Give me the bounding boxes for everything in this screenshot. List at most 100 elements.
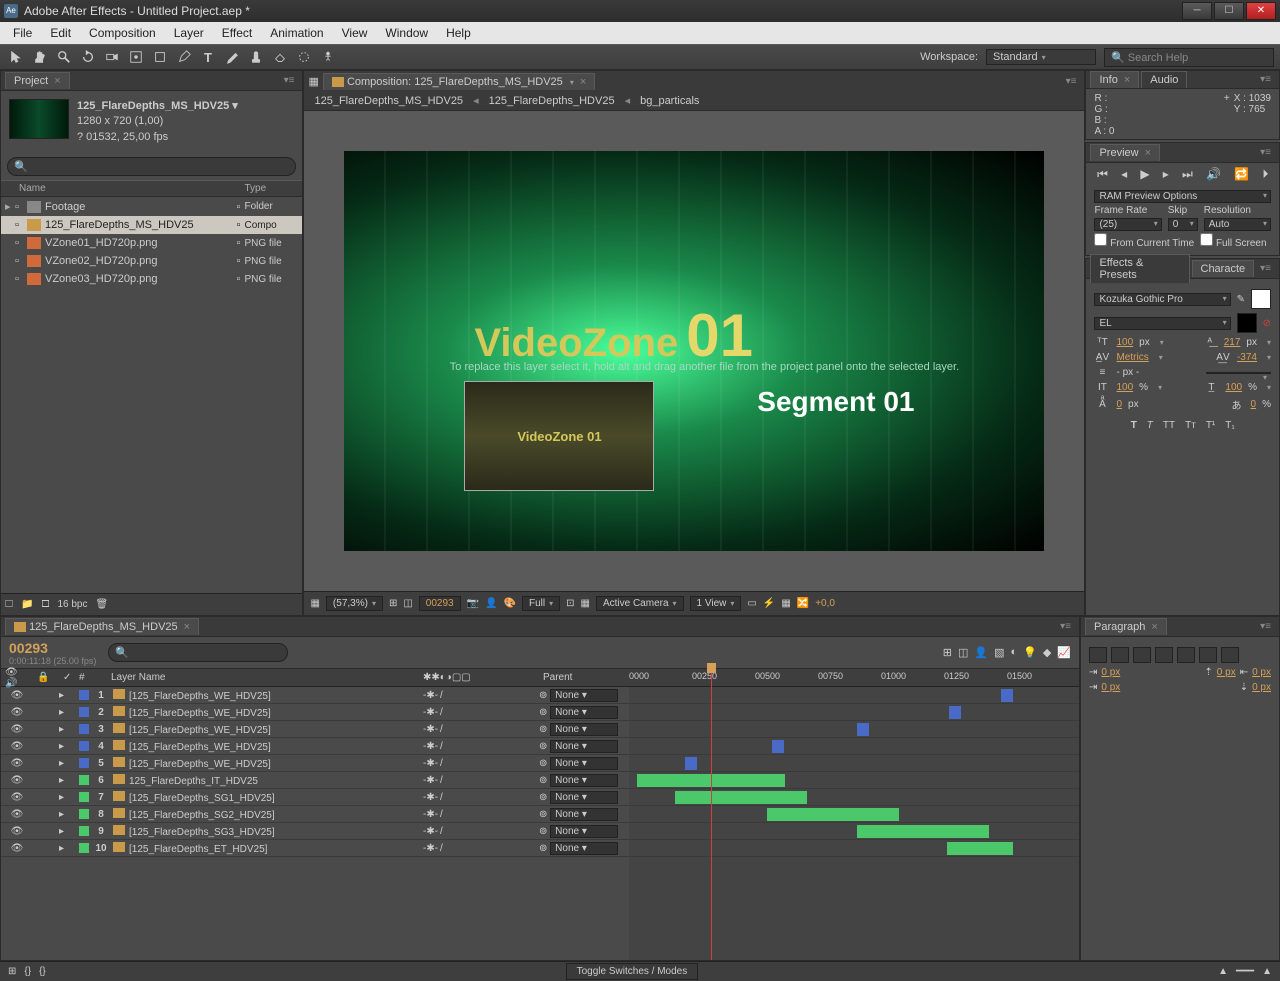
first-frame-icon[interactable]: ⏮ [1097, 167, 1108, 182]
layer-bar[interactable] [685, 757, 697, 770]
breadcrumb-item[interactable]: 125_FlareDepths_MS_HDV25 [314, 95, 463, 107]
exposure-value[interactable]: +0,0 [815, 598, 835, 609]
tracking-input[interactable]: -374 [1237, 352, 1257, 363]
layer-bar[interactable] [857, 723, 869, 736]
zoom-out-icon[interactable]: ▲ [1262, 966, 1272, 977]
layer-bar[interactable] [675, 791, 807, 804]
align-left-button[interactable] [1089, 647, 1107, 663]
playhead[interactable] [711, 669, 712, 960]
layer-row[interactable]: 👁▸8[125_FlareDepths_SG2_HDV25]-✱-/⊚ None… [1, 806, 629, 823]
menu-view[interactable]: View [333, 26, 377, 40]
indent-right-input[interactable]: 0 px [1252, 667, 1271, 678]
layer-bar[interactable] [949, 706, 961, 719]
play-icon[interactable]: ▶ [1140, 167, 1149, 182]
eyedropper-icon[interactable]: ✎ [1237, 294, 1245, 305]
motion-blur-icon[interactable]: ◐ [1010, 646, 1017, 659]
comp-flowchart-icon[interactable]: 🔀 [797, 598, 809, 609]
layer-row[interactable]: 👁▸1[125_FlareDepths_WE_HDV25]-✱-/⊚ None … [1, 687, 629, 704]
justify-all-button[interactable] [1221, 647, 1239, 663]
panel-menu-icon[interactable]: ▾≡ [1256, 147, 1275, 158]
show-channel-icon[interactable]: 👤 [485, 598, 497, 609]
last-frame-icon[interactable]: ⏭ [1182, 167, 1193, 182]
layer-view-icon[interactable]: ▦ [308, 75, 318, 88]
pixel-aspect-icon[interactable]: ▭ [747, 598, 756, 609]
bpc-toggle[interactable]: 16 bpc [57, 599, 87, 610]
panel-menu-icon[interactable]: ▾≡ [1256, 263, 1275, 274]
menu-help[interactable]: Help [437, 26, 480, 40]
timeline-tab[interactable]: 125_FlareDepths_MS_HDV25× [5, 618, 199, 635]
breadcrumb-item[interactable]: 125_FlareDepths_HDV25 [489, 95, 615, 107]
layer-row[interactable]: 👁▸9[125_FlareDepths_SG3_HDV25]-✱-/⊚ None… [1, 823, 629, 840]
brush-tool-icon[interactable] [222, 47, 242, 67]
project-item[interactable]: ▫VZone01_HD720p.png▫PNG file [1, 234, 302, 252]
menu-animation[interactable]: Animation [261, 26, 332, 40]
project-item[interactable]: ▸▫Footage▫Folder [1, 197, 302, 216]
toggle-switches-button[interactable]: Toggle Switches / Modes [566, 963, 699, 980]
transparency-icon[interactable]: ▦ [581, 598, 590, 609]
view-select[interactable]: 1 View [690, 596, 742, 611]
panel-menu-icon[interactable]: ▾≡ [1256, 621, 1275, 632]
new-folder-icon[interactable]: 📁 [21, 599, 33, 610]
grid-icon[interactable]: ⊞ [389, 598, 397, 609]
menu-window[interactable]: Window [376, 26, 437, 40]
zoom-slider[interactable]: ━━━ [1236, 966, 1254, 977]
layer-track[interactable] [629, 755, 1079, 772]
color-mgmt-icon[interactable]: 🎨 [504, 598, 516, 609]
pen-tool-icon[interactable] [174, 47, 194, 67]
comp-mini-flowchart-icon[interactable]: ⊞ [943, 646, 952, 659]
close-button[interactable]: ✕ [1246, 2, 1276, 20]
layer-row[interactable]: 👁▸6125_FlareDepths_IT_HDV25-✱-/⊚ None ▾ [1, 772, 629, 789]
zoom-tool-icon[interactable] [54, 47, 74, 67]
shape-tool-icon[interactable] [150, 47, 170, 67]
timeline-search-input[interactable]: 🔍 [108, 643, 288, 662]
hide-shy-icon[interactable]: 👤 [974, 646, 988, 659]
layer-row[interactable]: 👁▸4[125_FlareDepths_WE_HDV25]-✱-/⊚ None … [1, 738, 629, 755]
layer-bar[interactable] [772, 740, 784, 753]
menu-effect[interactable]: Effect [213, 26, 261, 40]
layer-row[interactable]: 👁▸3[125_FlareDepths_WE_HDV25]-✱-/⊚ None … [1, 721, 629, 738]
breadcrumb-item[interactable]: bg_particals [640, 95, 699, 107]
character-tab[interactable]: Characte [1192, 260, 1255, 277]
font-size-input[interactable]: 100 [1116, 337, 1133, 348]
graph-editor-icon[interactable]: 📈 [1057, 646, 1071, 659]
always-preview-icon[interactable]: ▦ [310, 598, 319, 609]
camera-select[interactable]: Active Camera [596, 596, 684, 611]
menu-edit[interactable]: Edit [41, 26, 80, 40]
stamp-tool-icon[interactable] [246, 47, 266, 67]
vscale-input[interactable]: 100 [1116, 382, 1133, 393]
snapshot-icon[interactable]: 📷 [467, 598, 479, 609]
layer-row[interactable]: 👁▸2[125_FlareDepths_WE_HDV25]-✱-/⊚ None … [1, 704, 629, 721]
preview-tab[interactable]: Preview× [1090, 144, 1160, 161]
bold-button[interactable]: T [1131, 420, 1137, 431]
camera-tool-icon[interactable] [102, 47, 122, 67]
superscript-button[interactable]: T¹ [1206, 420, 1215, 431]
stroke-style-select[interactable] [1206, 372, 1271, 374]
hscale-input[interactable]: 100 [1225, 382, 1242, 393]
auto-keyframe-icon[interactable]: ◆ [1043, 646, 1051, 659]
baseline-input[interactable]: 0 [1116, 399, 1122, 410]
subscript-button[interactable]: T₁ [1225, 420, 1234, 431]
first-line-input[interactable]: 0 px [1101, 682, 1120, 693]
layer-row[interactable]: 👁▸5[125_FlareDepths_WE_HDV25]-✱-/⊚ None … [1, 755, 629, 772]
layer-bar[interactable] [767, 808, 899, 821]
layer-track[interactable] [629, 840, 1079, 857]
menu-layer[interactable]: Layer [165, 26, 213, 40]
text-tool-icon[interactable]: T [198, 47, 218, 67]
layer-track[interactable] [629, 789, 1079, 806]
panel-menu-icon[interactable]: ▾≡ [1062, 76, 1081, 87]
leading-input[interactable]: 217 [1224, 337, 1241, 348]
brainstorm-icon[interactable]: 💡 [1023, 646, 1037, 659]
draft3d-icon[interactable]: ◫ [958, 646, 968, 659]
col-name[interactable]: Name [19, 183, 244, 194]
layer-bar[interactable] [1001, 689, 1013, 702]
space-before-input[interactable]: 0 px [1217, 667, 1236, 678]
loop-icon[interactable]: 🔁 [1234, 167, 1249, 182]
font-select[interactable]: Kozuka Gothic Pro [1094, 293, 1230, 306]
composition-tab[interactable]: Composition: 125_FlareDepths_MS_HDV25 × [323, 73, 595, 90]
from-current-checkbox[interactable]: From Current Time [1094, 233, 1194, 249]
layer-track[interactable] [629, 721, 1079, 738]
frame-blend-icon[interactable]: ▧ [994, 646, 1004, 659]
stroke-color-swatch[interactable] [1237, 313, 1257, 333]
full-screen-checkbox[interactable]: Full Screen [1200, 233, 1266, 249]
space-after-input[interactable]: 0 px [1252, 682, 1271, 693]
